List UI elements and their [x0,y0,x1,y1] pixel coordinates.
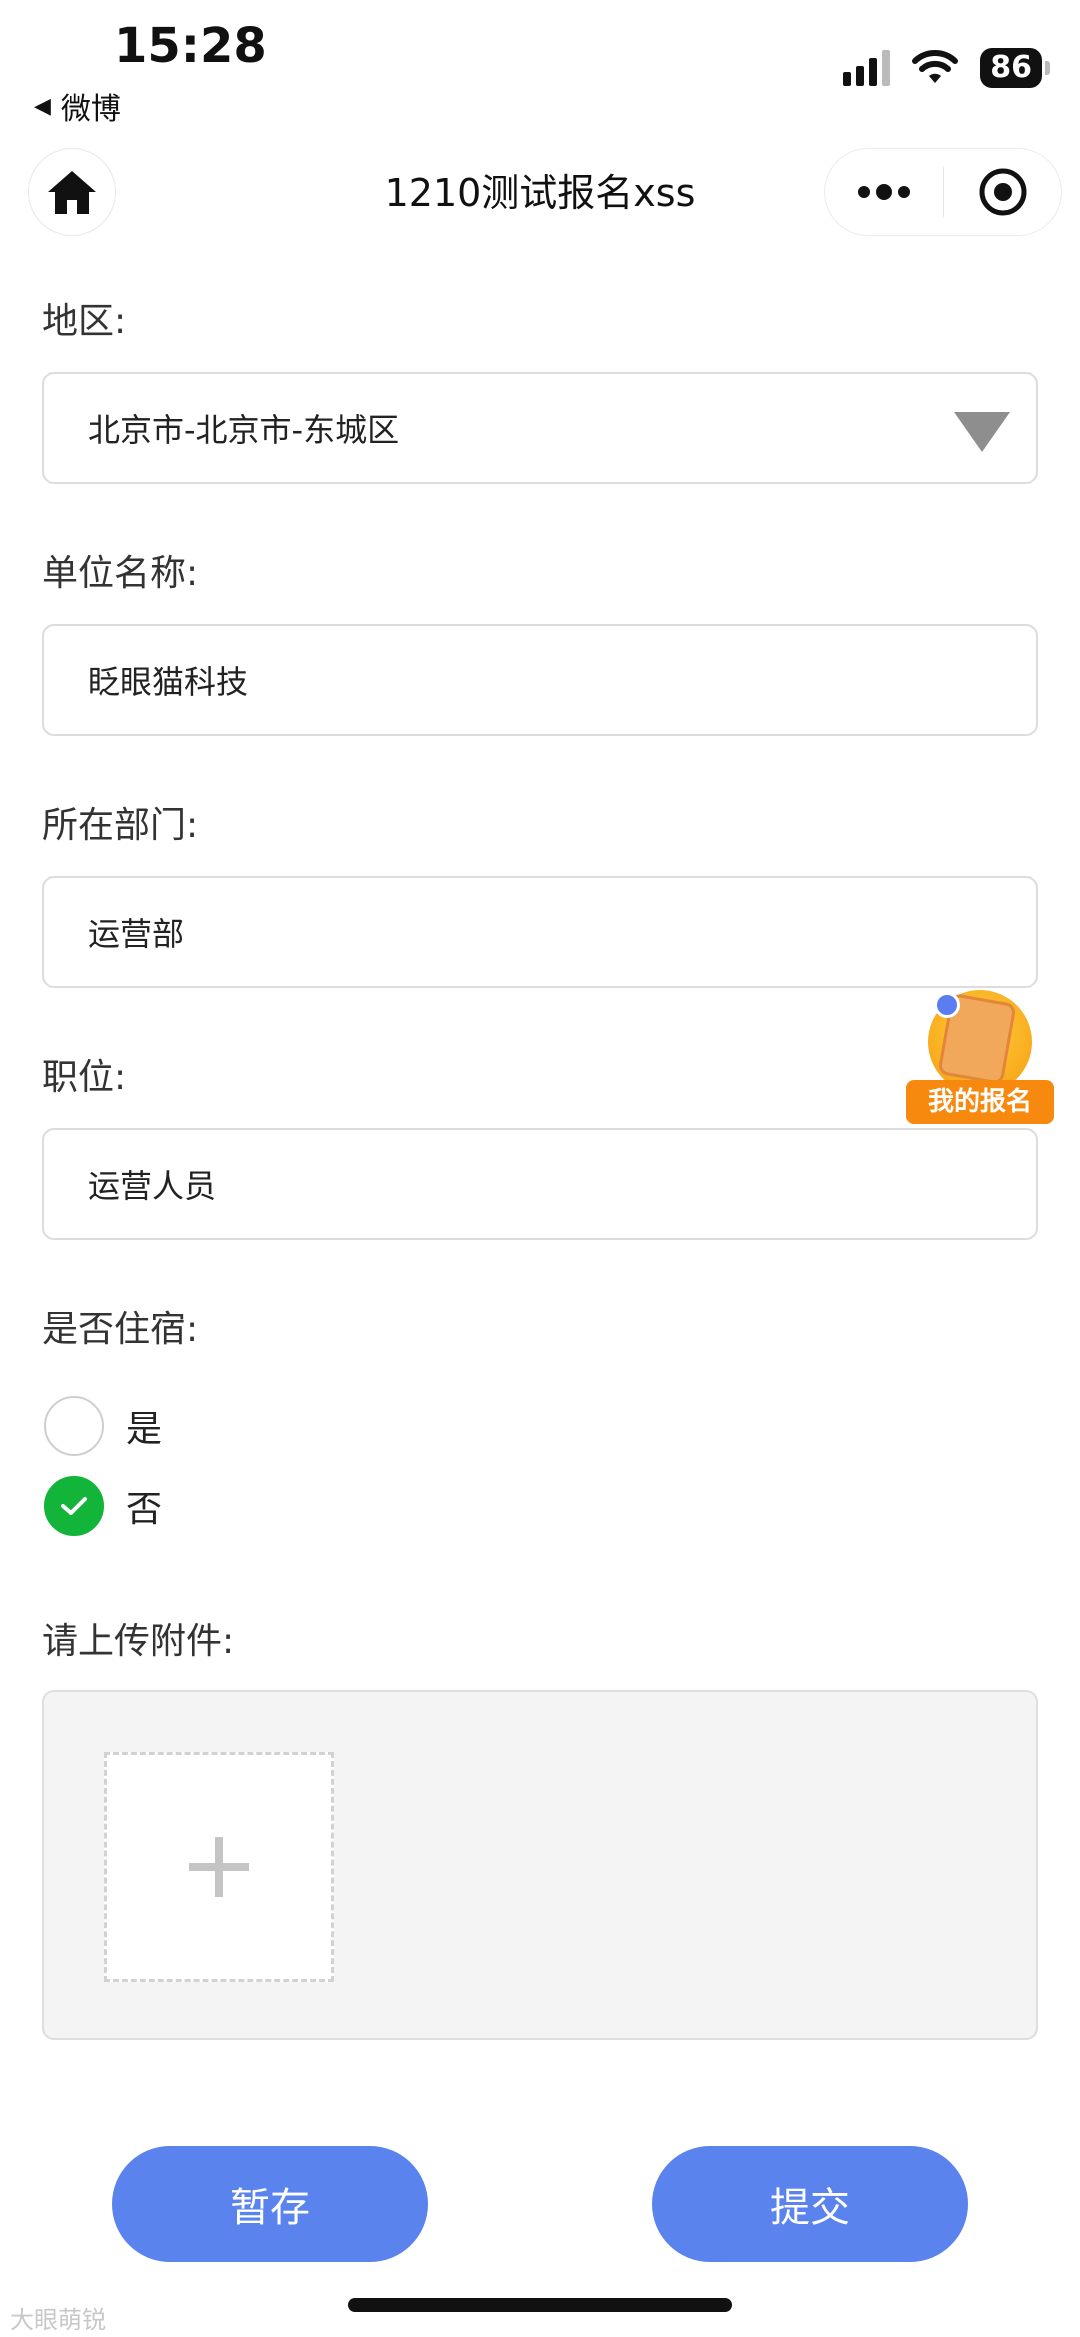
department-input[interactable]: 运营部 [42,876,1038,988]
region-value: 北京市-北京市-东城区 [88,411,400,449]
attachment-label: 请上传附件: [42,1621,235,1662]
battery-icon: 86 [980,48,1050,88]
position-input[interactable]: 运营人员 [42,1128,1038,1240]
company-value: 眨眼猫科技 [88,663,249,701]
dropdown-arrow-icon [954,412,1010,452]
back-app-label: 微博 [60,92,121,127]
save-draft-button[interactable]: 暂存 [112,2146,428,2262]
radio-option-no[interactable]: 否 [44,1476,162,1536]
department-label: 所在部门: [42,805,199,846]
status-bar: 15:28 ◀ 微博 86 [0,0,1080,140]
more-dots-icon [858,184,910,200]
radio-checked-icon [44,1476,104,1536]
mini-program-capsule [824,148,1062,236]
close-mini-program-button[interactable] [944,167,1061,217]
radio-option-label: 否 [126,1489,163,1530]
position-value: 运营人员 [88,1167,217,1205]
wifi-icon [912,50,959,83]
watermark: 大眼萌锐 [10,2306,106,2334]
upload-area [42,1690,1038,2040]
region-label: 地区: [42,301,127,342]
status-time: 15:28 [114,18,267,74]
system-icons: 86 [843,48,1050,88]
verified-check-icon [934,992,960,1018]
department-value: 运营部 [88,915,185,953]
submit-button[interactable]: 提交 [652,2146,968,2262]
company-input[interactable]: 眨眼猫科技 [42,624,1038,736]
plus-icon [189,1837,249,1897]
radio-unchecked-icon [44,1396,104,1456]
position-label: 职位: [42,1057,127,1098]
radio-option-yes[interactable]: 是 [44,1396,162,1456]
checkmark-icon [61,1497,87,1515]
more-button[interactable] [825,182,943,202]
back-triangle-icon: ◀ [34,93,51,119]
region-select[interactable]: 北京市-北京市-东城区 [42,372,1038,484]
back-to-app-link[interactable]: ◀ 微博 [34,84,121,128]
target-close-icon [979,168,1026,216]
upload-add-button[interactable] [104,1752,334,1982]
company-label: 单位名称: [42,553,199,594]
accommodation-label: 是否住宿: [42,1309,199,1350]
home-indicator[interactable] [348,2298,732,2312]
cellular-signal-icon [843,50,891,86]
battery-level: 86 [980,48,1042,88]
radio-option-label: 是 [126,1409,163,1450]
my-registration-label: 我的报名 [906,1080,1054,1124]
my-registration-float-button[interactable]: 我的报名 [906,990,1054,1130]
